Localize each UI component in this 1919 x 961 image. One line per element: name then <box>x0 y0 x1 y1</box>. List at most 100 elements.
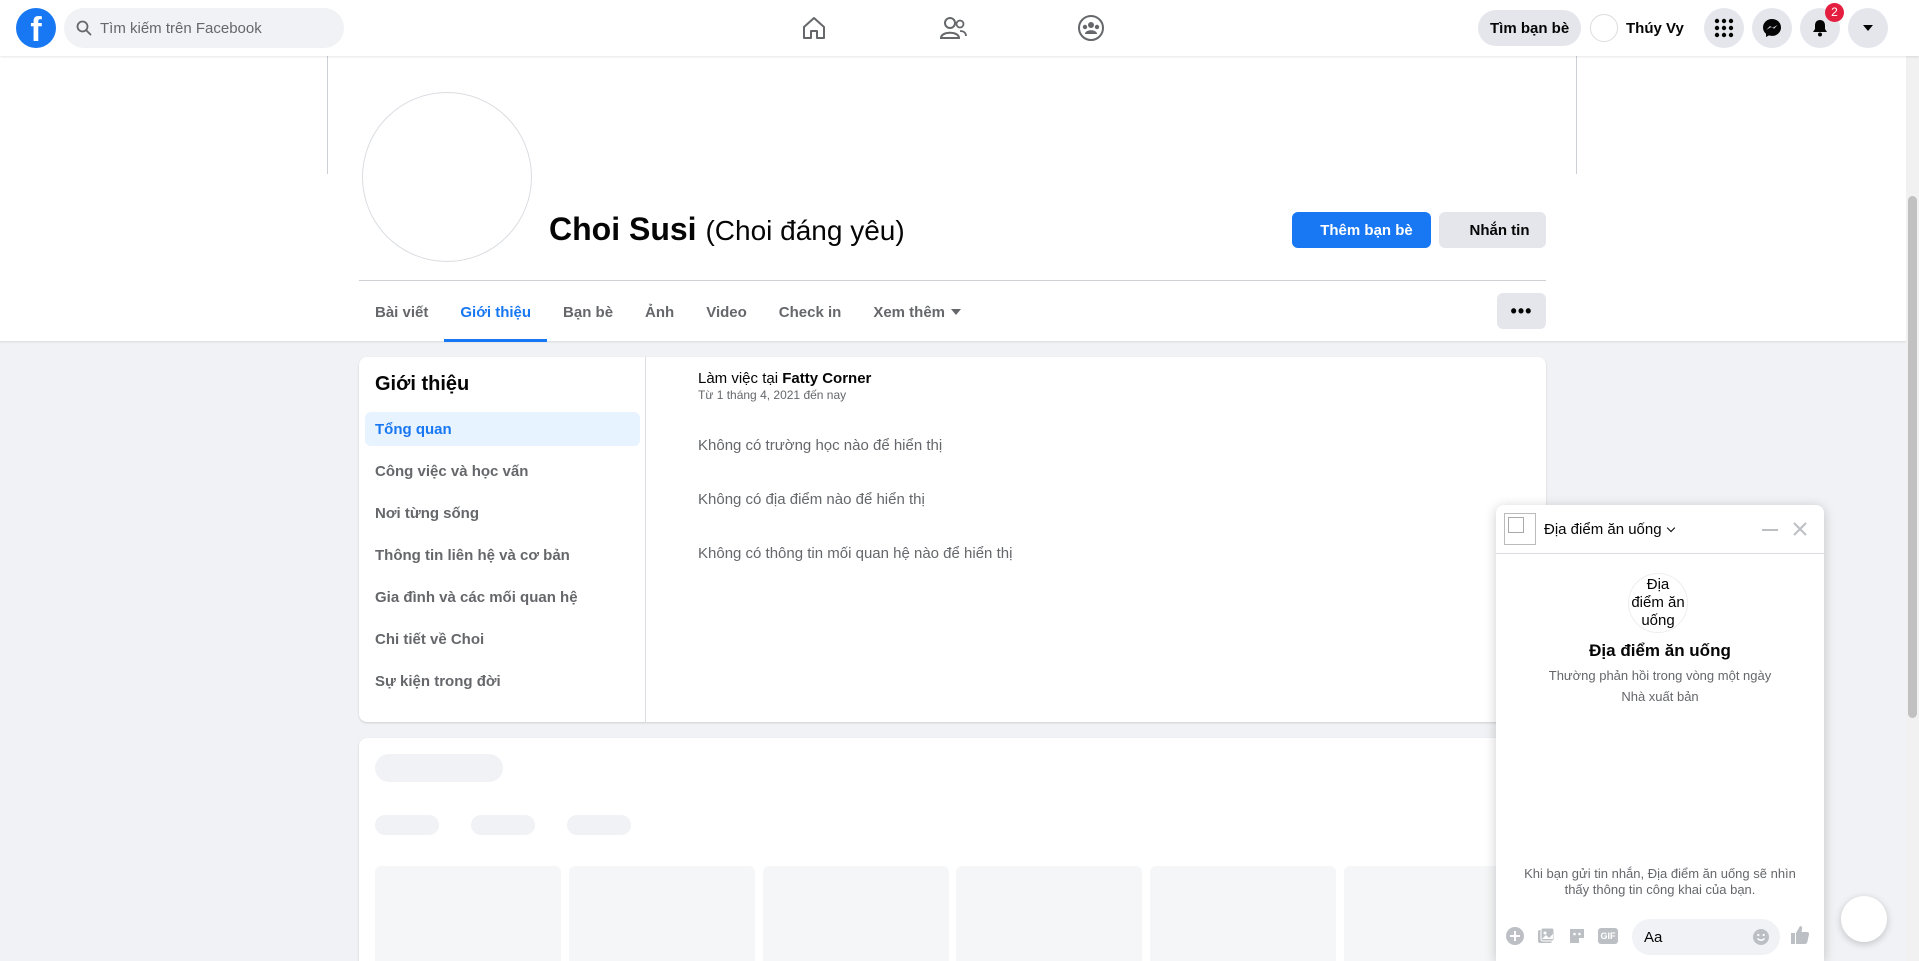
chat-page-name: Địa điểm ăn uống <box>1589 641 1731 660</box>
more-options-button[interactable]: ••• <box>1497 293 1546 329</box>
account-menu-button[interactable] <box>1848 8 1888 48</box>
skeleton-tile <box>1150 866 1336 961</box>
notification-badge: 2 <box>1825 3 1844 22</box>
thumbs-up-icon[interactable] <box>1788 923 1812 947</box>
gif-label: GIF <box>1600 931 1616 941</box>
tab-friends[interactable]: Bạn bè <box>547 282 629 342</box>
tab-check-ins[interactable]: Check in <box>763 282 858 342</box>
plus-icon[interactable] <box>1504 925 1526 947</box>
messenger-icon <box>1763 19 1781 37</box>
bell-icon <box>1813 20 1827 37</box>
home-icon[interactable] <box>798 12 830 44</box>
message-button[interactable]: Nhắn tin <box>1439 212 1546 248</box>
friends-icon[interactable] <box>937 12 969 44</box>
add-friend-button[interactable]: Thêm bạn bè <box>1292 212 1431 248</box>
chevron-down-icon <box>1666 523 1675 533</box>
chat-page-thumbnail[interactable] <box>1504 513 1536 545</box>
skeleton-tab <box>567 815 631 835</box>
search-input[interactable] <box>100 19 330 37</box>
grid-icon <box>1714 18 1734 38</box>
about-menu: Tổng quan Công việc và học vấn Nơi từng … <box>365 412 640 706</box>
skeleton-tile <box>956 866 1142 961</box>
work-date: Từ 1 tháng 4, 2021 đến nay <box>698 388 847 402</box>
chat-title-button[interactable]: Địa điểm ăn uống <box>1544 521 1675 538</box>
user-name: Thúy Vy <box>1626 19 1684 37</box>
work-prefix: Làm việc tại <box>698 370 783 387</box>
cover-border-left <box>327 56 328 174</box>
minimize-icon[interactable] <box>1762 529 1778 531</box>
tab-photos[interactable]: Ảnh <box>629 282 690 342</box>
tab-see-more[interactable]: Xem thêm <box>857 282 977 342</box>
skeleton-tile <box>569 866 755 961</box>
about-menu-work-education[interactable]: Công việc và học vấn <box>365 454 640 488</box>
about-sidebar: Giới thiệu Tổng quan Công việc và học vấ… <box>359 357 646 722</box>
about-menu-details[interactable]: Chi tiết về Choi <box>365 622 640 656</box>
search-icon <box>76 20 92 36</box>
about-menu-overview[interactable]: Tổng quan <box>365 412 640 446</box>
cover-border-right <box>1576 56 1577 174</box>
profile-name: Choi Susi (Choi đáng yêu) <box>549 211 905 248</box>
scrollbar-thumb[interactable] <box>1908 196 1917 718</box>
chat-response-time: Thường phản hồi trong vòng một ngày <box>1548 668 1772 683</box>
tab-label: Bạn bè <box>563 303 614 321</box>
tab-label: Video <box>706 303 747 321</box>
tab-label: Ảnh <box>645 303 675 321</box>
search-box[interactable] <box>64 8 344 48</box>
sticker-icon[interactable] <box>1566 925 1588 947</box>
profile-picture[interactable] <box>362 92 532 262</box>
skeleton-tab <box>471 815 535 835</box>
work-info: Làm việc tại Fatty Corner <box>698 370 871 387</box>
messenger-button[interactable] <box>1752 8 1792 48</box>
divider <box>359 280 1546 281</box>
avatar <box>1590 14 1618 42</box>
about-menu-family-relationships[interactable]: Gia đình và các mối quan hệ <box>365 580 640 614</box>
top-navigation-bar: f Tìm bạn bè Thúy Vy 2 <box>0 0 1919 56</box>
message-input[interactable]: Aa <box>1632 919 1780 955</box>
loading-skeleton-card <box>359 738 1546 961</box>
message-input-placeholder: Aa <box>1644 928 1663 946</box>
close-icon[interactable] <box>1788 517 1812 541</box>
about-menu-places-lived[interactable]: Nơi từng sống <box>365 496 640 530</box>
about-menu-contact-info[interactable]: Thông tin liên hệ và cơ bản <box>365 538 640 572</box>
new-message-button[interactable] <box>1841 896 1887 942</box>
tab-label: Xem thêm <box>873 303 946 321</box>
profile-main-name: Choi Susi <box>549 211 697 247</box>
facebook-logo[interactable]: f <box>16 8 56 48</box>
profile-shortcut[interactable]: Thúy Vy <box>1590 10 1684 46</box>
find-friends-button[interactable]: Tìm bạn bè <box>1478 10 1582 46</box>
menu-grid-button[interactable] <box>1704 8 1744 48</box>
chat-header: Địa điểm ăn uống <box>1496 505 1824 554</box>
tab-posts[interactable]: Bài viết <box>359 282 444 342</box>
tab-videos[interactable]: Video <box>690 282 763 342</box>
skeleton-title <box>375 754 503 782</box>
chat-page-category: Nhà xuất bản <box>1621 689 1699 704</box>
skeleton-tile <box>375 866 561 961</box>
chat-window: Địa điểm ăn uống Địa điểm ăn uống Địa đi… <box>1496 505 1824 961</box>
no-place-text: Không có địa điểm nào để hiển thị <box>698 491 925 508</box>
gif-icon[interactable]: GIF <box>1597 925 1619 947</box>
notifications-button[interactable]: 2 <box>1800 3 1844 48</box>
groups-icon[interactable] <box>1075 12 1107 44</box>
tab-label: Check in <box>778 303 842 321</box>
about-menu-life-events[interactable]: Sự kiện trong đời <box>365 664 640 698</box>
skeleton-tile <box>763 866 949 961</box>
about-title: Giới thiệu <box>375 373 470 395</box>
profile-tabs: Bài viết Giới thiệu Bạn bè Ảnh Video Che… <box>359 282 977 342</box>
work-place-link[interactable]: Fatty Corner <box>782 370 871 387</box>
no-relationship-text: Không có thông tin mối quan hệ nào để hi… <box>698 545 1013 562</box>
chat-title: Địa điểm ăn uống <box>1544 521 1662 538</box>
no-school-text: Không có trường học nào để hiển thị <box>698 437 943 454</box>
tab-label: Bài viết <box>375 303 429 321</box>
caret-down-icon <box>1863 25 1873 31</box>
profile-header: Choi Susi (Choi đáng yêu) Thêm bạn bè Nh… <box>0 56 1906 342</box>
photo-icon[interactable] <box>1535 925 1557 947</box>
tab-label: Giới thiệu <box>460 303 532 321</box>
skeleton-tab <box>375 815 439 835</box>
chat-privacy-notice: Khi bạn gửi tin nhắn, Địa điểm ăn uống s… <box>1524 866 1796 897</box>
chat-page-avatar[interactable]: Địa điểm ăn uống <box>1628 573 1688 633</box>
about-card: Giới thiệu Tổng quan Công việc và học vấ… <box>359 357 1546 722</box>
tab-about[interactable]: Giới thiệu <box>444 282 547 342</box>
chat-composer: GIF Aa <box>1496 911 1824 961</box>
emoji-icon[interactable] <box>1752 928 1770 946</box>
caret-down-icon <box>951 309 962 315</box>
